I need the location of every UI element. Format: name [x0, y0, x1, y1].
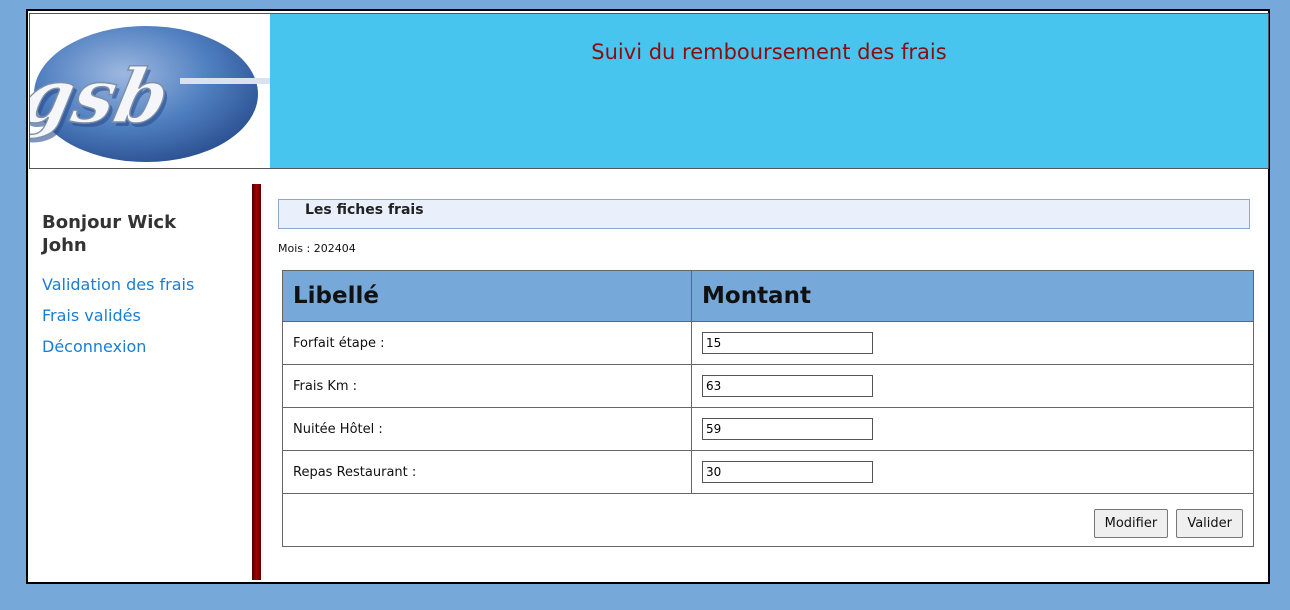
row-label-nuitee-hotel: Nuitée Hôtel :	[282, 407, 692, 451]
gsb-logo-icon: gsb gsb	[30, 26, 270, 162]
nuitee-hotel-input[interactable]	[702, 418, 873, 440]
repas-restaurant-input[interactable]	[702, 461, 873, 483]
section-header: Les fiches frais	[278, 199, 1250, 229]
valider-button[interactable]: Valider	[1176, 508, 1243, 538]
frais-km-input[interactable]	[702, 375, 873, 397]
table-row: Forfait étape :	[282, 321, 1254, 365]
sidebar: Bonjour Wick John Validation des frais F…	[42, 211, 242, 367]
month-label: Mois : 202404	[278, 242, 356, 255]
table-row: Repas Restaurant :	[282, 450, 1254, 494]
logo-text: gsb	[30, 53, 177, 140]
page-title: Suivi du remboursement des frais	[591, 40, 947, 64]
table-header-row: Libellé Montant	[282, 270, 1254, 322]
main-content: Les fiches frais Mois : 202404 Libellé M…	[278, 199, 1254, 547]
modifier-button[interactable]: Modifier	[1093, 508, 1169, 538]
row-label-forfait-etape: Forfait étape :	[282, 321, 692, 365]
row-label-repas-restaurant: Repas Restaurant :	[282, 450, 692, 494]
sidebar-item-frais-valides: Frais validés	[42, 305, 242, 326]
deconnexion-link[interactable]: Déconnexion	[42, 337, 146, 356]
gsb-logo: gsb gsb	[30, 14, 270, 168]
forfait-etape-input[interactable]	[702, 332, 873, 354]
sidebar-item-validation: Validation des frais	[42, 274, 242, 295]
table-row: Nuitée Hôtel :	[282, 407, 1254, 451]
page-container: gsb gsb Suivi du remboursement des frais…	[26, 9, 1270, 584]
validation-frais-link[interactable]: Validation des frais	[42, 275, 194, 294]
row-label-frais-km: Frais Km :	[282, 364, 692, 408]
actions-cell: Modifier Valider	[282, 493, 1254, 547]
frais-table: Libellé Montant Forfait étape : Frais Km…	[282, 270, 1254, 547]
frais-valides-link[interactable]: Frais validés	[42, 306, 141, 325]
user-greeting: Bonjour Wick John	[42, 212, 177, 256]
sidebar-item-deconnexion: Déconnexion	[42, 336, 242, 357]
header-montant: Montant	[691, 270, 1254, 322]
table-row: Frais Km :	[282, 364, 1254, 408]
sidebar-menu: Validation des frais Frais validés Décon…	[42, 274, 242, 357]
header-banner: gsb gsb Suivi du remboursement des frais	[29, 13, 1269, 169]
section-title: Les fiches frais	[305, 202, 424, 218]
actions-row: Modifier Valider	[282, 493, 1254, 547]
vertical-divider	[252, 184, 261, 580]
header-libelle: Libellé	[282, 270, 692, 322]
